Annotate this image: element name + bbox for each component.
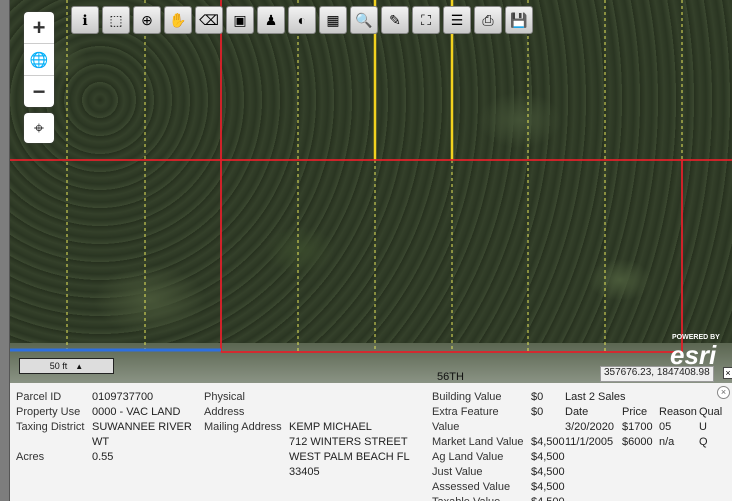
field-value: SUWANNEE RIVER [92,421,192,433]
parcel-lines [10,0,732,353]
layers-icon: ☰ [450,12,464,28]
value-amount: $4,500 [531,436,565,448]
select-icon: ⬚ [109,12,123,28]
left-edge-bar [0,0,10,501]
value-label: Ag Land Value [432,451,504,463]
mailing-line: 33405 [289,466,320,478]
select-box-button[interactable]: ▣ [226,6,254,34]
sales-cell: n/a [659,436,675,448]
field-value: 0.55 [92,451,114,463]
address-details: Physical Address Mailing Address KEMP MI… [204,390,410,480]
value-amount: $0 [531,406,544,418]
value-label: Market Land Value [432,436,524,448]
value-amount: $4,500 [531,481,565,493]
value-amount: $4,500 [531,466,565,478]
parcel-details: Parcel ID 0109737700 Property Use 0000 - VA… [16,390,192,465]
sales-header: Reason [659,406,697,418]
value-amount: $4,500 [531,451,565,463]
value-label: Just Value [432,466,483,478]
sales-title: Last 2 Sales [565,391,626,403]
value-amount: $4,500 [531,495,565,501]
mailing-line: 712 WINTERS STREET [289,436,408,448]
value-label: Assessed Value [432,481,511,493]
value-label: Extra Feature [432,406,499,418]
zoom-in-box-button[interactable]: ⊕ [133,6,161,34]
measure-button[interactable]: ▦ [319,6,347,34]
field-label: Acres [16,451,45,463]
zoom-control: + 🌐 − [24,12,54,107]
sales-row: 11/1/2005 $6000 n/a Q [565,435,725,450]
identify-icon: ℹ [82,12,88,28]
coordinates-close-button[interactable]: × [723,367,732,379]
value-label: Building Value [432,391,502,403]
basemap-icon: ◐ [297,12,307,28]
zoom-in-box-icon: ⊕ [141,12,153,28]
physical-address-label: Physical [204,391,245,403]
locate-button[interactable]: ⌖ [24,113,54,143]
search-icon: 🔍 [355,12,373,28]
field-label: Taxing District [16,421,85,433]
sales-cell: Q [699,436,708,448]
street-view-icon: ♟ [264,12,278,28]
scale-bar: 50 ft ▲ [19,358,114,374]
eraser-button[interactable]: ⌫ [195,6,223,34]
basemap-button[interactable]: ◐ [288,6,316,34]
sales-cell: 11/1/2005 [565,436,614,448]
mailing-address-label: Mailing Address [204,421,282,433]
sales-header: Price [622,406,648,418]
print-button[interactable]: ⎙ [474,6,502,34]
sales-header: Qual [699,406,723,418]
map-toolbar: ℹ ⬚ ⊕ ✋ ⌫ ▣ ♟ ◐ ▦ 🔍 ✎ ⛶ ☰ ⎙ 💾 [71,6,533,34]
road-label: 56TH [437,371,464,383]
save-button[interactable]: 💾 [505,6,533,34]
valuation-details: Building Value $0 Extra Feature $0 Value Mark… [432,390,565,501]
search-button[interactable]: 🔍 [350,6,378,34]
select-button[interactable]: ⬚ [102,6,130,34]
eraser-icon: ⌫ [199,12,219,28]
zoom-in-button[interactable]: + [24,12,54,44]
full-extent-icon: ⛶ [421,12,431,28]
field-label: Property Use [16,406,81,418]
street-view-button[interactable]: ♟ [257,6,285,34]
crosshair-icon: ⌖ [33,117,45,138]
coordinates-readout: 357676.23, 1847408.98 [600,366,714,382]
draw-pencil-button[interactable]: ✎ [381,6,409,34]
pan-hand-button[interactable]: ✋ [164,6,192,34]
draw-pencil-icon: ✎ [389,12,401,28]
field-value: WT [92,436,110,448]
sales-cell: $6000 [622,436,653,448]
sales-header: Date [565,406,589,418]
sales-row: 3/20/2020 $1700 05 U [565,420,725,435]
field-value: 0109737700 [92,391,154,403]
value-label: Value [432,421,460,433]
pan-hand-icon: ✋ [169,12,187,28]
sales-cell: $1700 [622,421,653,433]
mailing-line: WEST PALM BEACH FL [289,451,410,463]
field-value: 0000 - VAC LAND [92,406,181,418]
sales-history: Last 2 Sales Date Price Reason Qual 3/20/202… [565,390,725,450]
full-extent-button[interactable]: ⛶ [412,6,440,34]
measure-icon: ▦ [326,12,340,28]
globe-icon[interactable]: 🌐 [24,44,54,76]
sales-cell: 3/20/2020 [565,421,614,433]
layers-button[interactable]: ☰ [443,6,471,34]
physical-address-label-2: Address [204,406,245,418]
parcel-boundaries [10,0,732,353]
identify-button[interactable]: ℹ [71,6,99,34]
field-label [16,435,92,450]
zoom-out-button[interactable]: − [24,76,54,107]
save-icon: 💾 [510,12,528,28]
mailing-line: KEMP MICHAEL [289,421,372,433]
value-label: Taxable Value [432,495,531,501]
scale-label: 50 ft [49,361,68,371]
sales-cell: U [699,421,707,433]
sales-cell: 05 [659,421,672,433]
field-label: Parcel ID [16,391,62,403]
value-amount: $0 [531,391,544,403]
parcel-info-panel: × Parcel ID 0109737700 Property Use 0000 - … [10,383,732,501]
triangle-up-icon: ▲ [75,361,84,371]
select-box-icon: ▣ [233,12,247,28]
print-icon: ⎙ [482,12,494,28]
